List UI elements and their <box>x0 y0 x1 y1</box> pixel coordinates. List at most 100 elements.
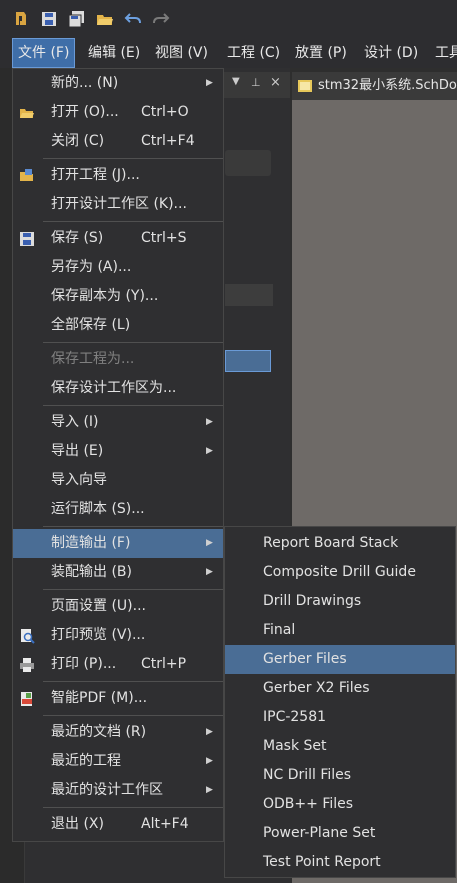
menu-item-recent-projects[interactable]: 最近的工程 ▶ <box>13 747 223 776</box>
menu-item-label: 保存 (S) <box>51 230 104 246</box>
menu-item-shortcut: Alt+F4 <box>141 816 189 832</box>
submenu-item-gerber-x2-files[interactable]: Gerber X2 Files <box>225 674 455 703</box>
menu-item-export[interactable]: 导出 (E) ▶ <box>13 437 223 466</box>
menu-item-close[interactable]: 关闭 (C) Ctrl+F4 <box>13 127 223 156</box>
menu-item-open-workspace[interactable]: 打开设计工作区 (K)... <box>13 190 223 219</box>
menu-project[interactable]: 工程 (C) <box>222 38 285 68</box>
smart-pdf-icon <box>21 692 32 706</box>
menu-design[interactable]: 设计 (D) <box>359 38 423 68</box>
submenu-item-odb-files[interactable]: ODB++ Files <box>225 790 455 819</box>
menu-item-save-workspace-as[interactable]: 保存设计工作区为... <box>13 374 223 403</box>
submenu-item-composite-drill-guide[interactable]: Composite Drill Guide <box>225 558 455 587</box>
submenu-item-gerber-files[interactable]: Gerber Files <box>225 645 455 674</box>
menu-item-label: 最近的工程 <box>51 753 121 769</box>
menu-item-label: 导出 (E) <box>51 443 104 459</box>
panel-search-box[interactable] <box>225 150 271 176</box>
submenu-item-test-point-report[interactable]: Test Point Report <box>225 848 455 877</box>
open-folder-icon[interactable] <box>96 10 114 28</box>
submenu-item-nc-drill-files[interactable]: NC Drill Files <box>225 761 455 790</box>
menu-item-label: 导入向导 <box>51 472 107 488</box>
print-preview-icon <box>21 629 35 644</box>
panel-row[interactable] <box>225 284 273 306</box>
close-icon[interactable]: × <box>270 75 281 90</box>
submenu-arrow-icon: ▶ <box>206 417 213 427</box>
submenu-item-label: ODB++ Files <box>263 796 354 812</box>
schematic-doc-icon <box>298 80 312 92</box>
menu-item-new[interactable]: 新的... (N) ▶ <box>13 69 223 98</box>
menu-item-page-setup[interactable]: 页面设置 (U)... <box>13 592 223 621</box>
menu-item-shortcut: Ctrl+P <box>141 656 187 672</box>
redo-icon[interactable] <box>152 10 170 28</box>
file-menu: 新的... (N) ▶ 打开 (O)... Ctrl+O 关闭 (C) Ctrl… <box>12 68 224 842</box>
menu-item-save-copy-as[interactable]: 保存副本为 (Y)... <box>13 282 223 311</box>
open-project-icon <box>20 169 33 181</box>
menu-item-label: 保存设计工作区为... <box>51 380 177 396</box>
menu-place[interactable]: 放置 (P) <box>290 38 352 68</box>
save-icon[interactable] <box>40 10 58 28</box>
menu-item-open-project[interactable]: 打开工程 (J)... <box>13 161 223 190</box>
menu-item-label: 打开 (O)... <box>51 104 119 120</box>
submenu-item-ipc-2581[interactable]: IPC-2581 <box>225 703 455 732</box>
menu-item-save-project-as: 保存工程为... <box>13 345 223 374</box>
menu-item-smart-pdf[interactable]: 智能PDF (M)... <box>13 684 223 713</box>
menu-item-label: 新的... (N) <box>51 75 119 91</box>
menu-item-label: 退出 (X) <box>51 816 104 832</box>
submenu-arrow-icon: ▶ <box>206 538 213 548</box>
menu-item-import[interactable]: 导入 (I) ▶ <box>13 408 223 437</box>
menu-item-label: 最近的文档 (R) <box>51 724 147 740</box>
menu-item-assembly-outputs[interactable]: 装配输出 (B) ▶ <box>13 558 223 587</box>
menu-item-label: 打印预览 (V)... <box>51 627 146 643</box>
menu-separator <box>43 681 223 682</box>
menu-item-label: 运行脚本 (S)... <box>51 501 145 517</box>
submenu-item-label: Gerber X2 Files <box>263 680 370 696</box>
menu-item-shortcut: Ctrl+F4 <box>141 133 195 149</box>
menu-file[interactable]: 文件 (F) <box>12 38 76 68</box>
menu-item-recent-documents[interactable]: 最近的文档 (R) ▶ <box>13 718 223 747</box>
menu-separator <box>43 405 223 406</box>
panel-selected-row[interactable] <box>225 350 271 372</box>
menu-item-label: 智能PDF (M)... <box>51 690 148 706</box>
menu-item-shortcut: Ctrl+S <box>141 230 187 246</box>
save-all-icon[interactable] <box>68 10 86 28</box>
fabrication-outputs-submenu: Report Board Stack Composite Drill Guide… <box>224 526 456 878</box>
menu-item-exit[interactable]: 退出 (X) Alt+F4 <box>13 810 223 839</box>
app-logo-icon <box>16 12 26 25</box>
submenu-item-label: Drill Drawings <box>263 593 362 609</box>
submenu-item-power-plane-set[interactable]: Power-Plane Set <box>225 819 455 848</box>
menu-item-import-wizard[interactable]: 导入向导 <box>13 466 223 495</box>
submenu-item-mask-set[interactable]: Mask Set <box>225 732 455 761</box>
panel-header: ▼ ⊥ × <box>224 72 290 98</box>
submenu-arrow-icon: ▶ <box>206 756 213 766</box>
menu-item-open[interactable]: 打开 (O)... Ctrl+O <box>13 98 223 127</box>
menu-edit[interactable]: 编辑 (E) <box>83 38 145 68</box>
menu-item-label: 关闭 (C) <box>51 133 105 149</box>
menu-item-save[interactable]: 保存 (S) Ctrl+S <box>13 224 223 253</box>
submenu-arrow-icon: ▶ <box>206 727 213 737</box>
menu-separator <box>43 342 223 343</box>
menu-item-recent-workspaces[interactable]: 最近的设计工作区 ▶ <box>13 776 223 805</box>
pin-icon[interactable]: ⊥ <box>251 76 261 89</box>
menu-item-fabrication-outputs[interactable]: 制造输出 (F) ▶ <box>13 529 223 558</box>
menu-separator <box>43 526 223 527</box>
submenu-item-label: Power-Plane Set <box>263 825 376 841</box>
menu-item-run-script[interactable]: 运行脚本 (S)... <box>13 495 223 524</box>
menubar: 文件 (F) 编辑 (E) 视图 (V) 工程 (C) 放置 (P) 设计 (D… <box>0 38 457 68</box>
menu-item-label: 装配输出 (B) <box>51 564 132 580</box>
submenu-item-final[interactable]: Final <box>225 616 455 645</box>
menu-item-print[interactable]: 打印 (P)... Ctrl+P <box>13 650 223 679</box>
undo-icon[interactable] <box>124 10 142 28</box>
submenu-item-label: Report Board Stack <box>263 535 399 551</box>
submenu-item-drill-drawings[interactable]: Drill Drawings <box>225 587 455 616</box>
menu-tools[interactable]: 工具 <box>430 38 457 68</box>
menu-item-save-as[interactable]: 另存为 (A)... <box>13 253 223 282</box>
menu-item-print-preview[interactable]: 打印预览 (V)... <box>13 621 223 650</box>
menu-item-label: 打开设计工作区 (K)... <box>51 196 187 212</box>
submenu-item-report-board-stack[interactable]: Report Board Stack <box>225 529 455 558</box>
menu-item-label: 全部保存 (L) <box>51 317 131 333</box>
menu-view[interactable]: 视图 (V) <box>150 38 213 68</box>
menu-item-save-all[interactable]: 全部保存 (L) <box>13 311 223 340</box>
menu-separator <box>43 589 223 590</box>
document-tab[interactable]: stm32最小系统.SchDoc <box>292 72 457 100</box>
submenu-item-label: Final <box>263 622 296 638</box>
panel-dropdown-icon[interactable]: ▼ <box>232 76 240 87</box>
